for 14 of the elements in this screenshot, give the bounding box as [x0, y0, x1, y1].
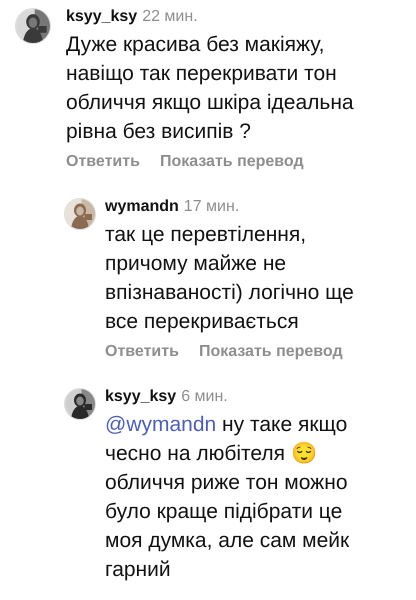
timestamp: 17 мин.: [184, 197, 240, 217]
username[interactable]: ksyy_ksy: [66, 6, 138, 28]
comment-text: Дуже красива без макіяжу, навіщо так перекривати тон обличчя якщо шкіра ідеальна рівна без висипів ?: [66, 32, 354, 145]
reply-link[interactable]: Ответить: [105, 340, 179, 364]
timestamp: 6 мин.: [181, 387, 228, 407]
reply-link[interactable]: Ответить: [66, 150, 140, 174]
comment-text: так це перевтілення, причому майже не впізнаваності) логічно ще все перекривається: [105, 222, 354, 335]
translate-link[interactable]: Показать перевод: [160, 150, 304, 174]
username[interactable]: wymandn: [105, 196, 179, 218]
translate-link[interactable]: Показать перевод: [198, 340, 343, 364]
mention-link[interactable]: @wymandn: [105, 413, 216, 436]
comment-text: @wymandn ну таке якщо чесно на любітеля 😌 обличчя риже тон можно було краще підібрати це моя думка, але сам мейк гарний: [105, 412, 350, 583]
username[interactable]: ksyy_ksy: [105, 386, 176, 408]
timestamp: 22 мин.: [142, 7, 198, 27]
